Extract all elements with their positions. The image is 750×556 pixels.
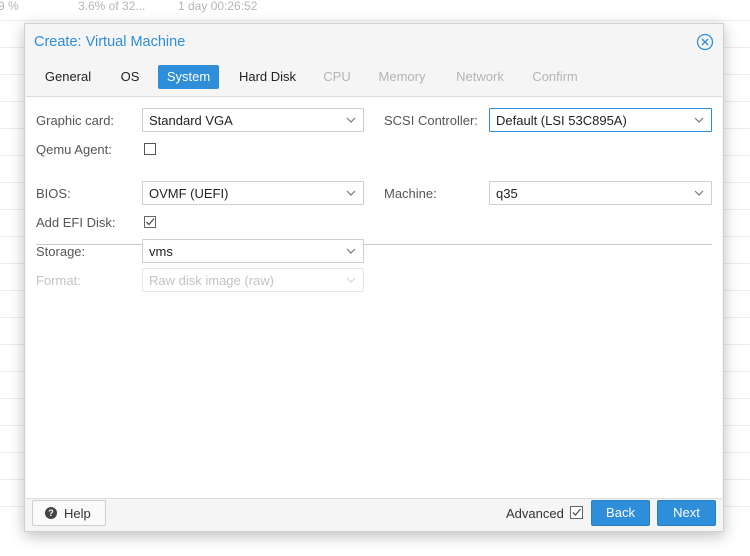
chevron-down-icon bbox=[346, 277, 356, 283]
chevron-down-icon bbox=[346, 248, 356, 254]
wizard-tabs: General OS System Hard Disk CPU Memory N… bbox=[33, 64, 715, 92]
question-circle-icon: ? bbox=[45, 507, 57, 519]
storage-label: Storage: bbox=[36, 244, 86, 259]
scsi-controller-value: Default (LSI 53C895A) bbox=[496, 113, 627, 128]
chevron-down-icon bbox=[346, 117, 356, 123]
next-button[interactable]: Next bbox=[657, 500, 716, 526]
tab-memory: Memory bbox=[378, 69, 426, 84]
advanced-label: Advanced bbox=[506, 506, 564, 521]
tab-system[interactable]: System bbox=[158, 65, 219, 89]
machine-label: Machine: bbox=[384, 186, 437, 201]
checkmark-icon bbox=[146, 218, 155, 226]
add-efi-disk-checkbox[interactable] bbox=[144, 216, 156, 228]
graphic-card-value: Standard VGA bbox=[149, 113, 233, 128]
scsi-controller-select[interactable]: Default (LSI 53C895A) bbox=[489, 108, 712, 132]
system-panel: Graphic card: Standard VGA SCSI Controll… bbox=[26, 96, 722, 499]
dialog-header: Create: Virtual Machine bbox=[25, 24, 723, 62]
format-label: Format: bbox=[36, 273, 81, 288]
tab-network: Network bbox=[456, 69, 504, 84]
advanced-checkbox[interactable] bbox=[570, 506, 583, 519]
tab-general[interactable]: General bbox=[39, 65, 97, 89]
chevron-down-icon bbox=[346, 190, 356, 196]
back-button[interactable]: Back bbox=[591, 500, 650, 526]
machine-value: q35 bbox=[496, 186, 518, 201]
qemu-agent-label: Qemu Agent: bbox=[36, 142, 112, 157]
checkmark-icon bbox=[572, 508, 581, 516]
tab-hard-disk[interactable]: Hard Disk bbox=[234, 65, 301, 89]
storage-value: vms bbox=[149, 244, 173, 259]
storage-select[interactable]: vms bbox=[142, 239, 364, 263]
scsi-controller-label: SCSI Controller: bbox=[384, 113, 478, 128]
bios-select[interactable]: OVMF (UEFI) bbox=[142, 181, 364, 205]
chevron-down-icon bbox=[694, 117, 704, 123]
dialog-footer: ? Help Advanced Back Next bbox=[25, 495, 723, 531]
create-vm-dialog: Create: Virtual Machine General OS Syste… bbox=[24, 23, 724, 532]
bg-cell-uptime: 1 day 00:26:52 bbox=[178, 0, 258, 13]
close-icon[interactable] bbox=[696, 33, 714, 51]
help-button-label: Help bbox=[64, 506, 91, 521]
chevron-down-icon bbox=[694, 190, 704, 196]
format-select: Raw disk image (raw) bbox=[142, 268, 364, 292]
bios-value: OVMF (UEFI) bbox=[149, 186, 229, 201]
tab-confirm: Confirm bbox=[532, 69, 578, 84]
format-value: Raw disk image (raw) bbox=[149, 273, 274, 288]
graphic-card-label: Graphic card: bbox=[36, 113, 115, 128]
tab-os[interactable]: OS bbox=[117, 65, 143, 89]
dialog-title: Create: Virtual Machine bbox=[34, 34, 186, 50]
bg-cell-memory: 3.6% of 32... bbox=[78, 0, 146, 13]
qemu-agent-checkbox[interactable] bbox=[144, 143, 156, 155]
add-efi-disk-label: Add EFI Disk: bbox=[36, 215, 116, 230]
bg-cell-cpu: 9 % bbox=[0, 0, 19, 13]
graphic-card-select[interactable]: Standard VGA bbox=[142, 108, 364, 132]
tab-cpu: CPU bbox=[323, 69, 351, 84]
bios-label: BIOS: bbox=[36, 186, 71, 201]
section-divider bbox=[36, 244, 712, 245]
machine-select[interactable]: q35 bbox=[489, 181, 712, 205]
help-button[interactable]: ? Help bbox=[32, 500, 106, 526]
